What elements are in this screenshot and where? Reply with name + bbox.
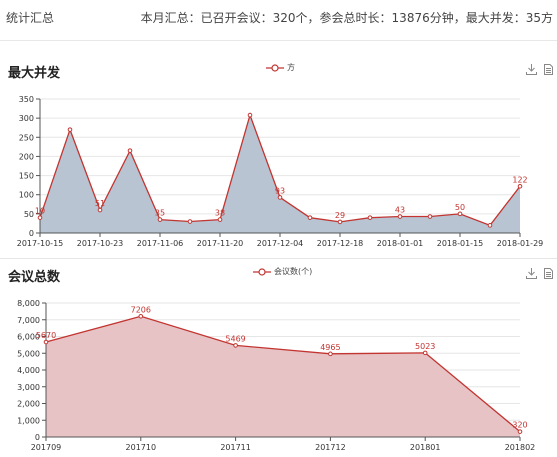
data-label: 7206: [131, 305, 151, 314]
chart1-plot: 0 50 100 150 200 250 300 350 2017-10-15 2017-10-2…: [17, 95, 544, 248]
x-tick-label: 201801: [410, 443, 441, 452]
y-tick-label: 1,000: [17, 416, 40, 425]
data-point: [422, 350, 428, 356]
y-tick-label: 100: [19, 191, 34, 200]
data-point: [233, 343, 238, 348]
data-point: [487, 223, 493, 228]
download-icon[interactable]: [526, 268, 537, 279]
data-label: 35: [155, 209, 165, 218]
data-point: [217, 217, 223, 222]
data-label: 5023: [415, 342, 435, 351]
legend-marker-icon: [253, 267, 271, 276]
data-label: 50: [455, 203, 465, 212]
chart2-title: 会议总数: [8, 270, 61, 285]
y-tick-label: 8,000: [17, 299, 40, 308]
data-point: [367, 215, 373, 220]
x-tick-label: 201802: [505, 443, 536, 452]
y-tick-label: 3,000: [17, 383, 40, 392]
data-point: [157, 217, 163, 222]
section-divider: [0, 258, 557, 259]
data-point: [517, 429, 523, 434]
data-point: [517, 183, 523, 189]
series-area: [46, 316, 520, 437]
x-tick-label: 201709: [31, 443, 62, 452]
chart2-toolbox: [526, 268, 553, 279]
chart1-title: 最大并发: [8, 66, 61, 81]
data-label: 320: [512, 421, 527, 430]
x-tick-label: 2018-01-15: [437, 239, 484, 248]
data-label: 51: [95, 199, 105, 208]
y-tick-label: 0: [35, 433, 40, 442]
section-label: 统计汇总: [6, 11, 55, 25]
x-tick-label: 201712: [315, 443, 346, 452]
x-tick-label: 2018-01-01: [377, 239, 424, 248]
data-view-icon[interactable]: [544, 268, 553, 279]
data-label: 5670: [36, 331, 56, 340]
chart2-legend[interactable]: 会议数(个): [253, 266, 312, 277]
x-tick-label: 2017-12-18: [317, 239, 364, 248]
y-tick-label: 4,000: [17, 366, 40, 375]
y-tick-label: 2,000: [17, 400, 40, 409]
data-label: 10: [35, 207, 45, 216]
download-icon[interactable]: [526, 64, 537, 75]
data-point: [97, 207, 103, 213]
y-tick-label: 7,000: [17, 316, 40, 325]
data-label: 122: [512, 175, 527, 184]
x-tick-label: 2017-10-15: [17, 239, 64, 248]
data-point: [397, 214, 403, 219]
data-point: [67, 127, 73, 132]
data-point: [328, 351, 333, 357]
y-tick-label: 5,000: [17, 349, 40, 358]
data-point: [37, 215, 43, 220]
chart1-legend-label: 方: [287, 63, 295, 72]
chart2-legend-label: 会议数(个): [274, 267, 313, 276]
y-tick-label: 350: [19, 95, 34, 104]
y-tick-label: 150: [19, 172, 34, 181]
data-label: 29: [335, 211, 345, 220]
monthly-summary: 本月汇总：已召开会议：320个，参会总时长：13876分钟，最大并发：35方: [140, 11, 553, 25]
data-label: 4965: [320, 343, 340, 352]
x-tick-label: 2017-11-06: [137, 239, 184, 248]
data-label: 5469: [225, 334, 245, 343]
x-tick-label: 201710: [126, 443, 157, 452]
data-label: 38: [215, 209, 225, 218]
data-point: [457, 211, 463, 217]
data-point: [138, 313, 144, 319]
data-view-icon[interactable]: [544, 64, 553, 75]
x-tick-label: 2017-10-23: [77, 239, 124, 248]
legend-marker-icon: [266, 63, 284, 72]
data-point: [187, 219, 193, 224]
x-tick-label: 2018-01-29: [497, 239, 544, 248]
y-tick-label: 250: [19, 133, 34, 142]
y-tick-label: 0: [29, 229, 34, 238]
x-tick-label: 2017-12-04: [257, 239, 304, 248]
data-point: [337, 219, 343, 225]
data-label: 93: [275, 186, 285, 195]
data-point: [307, 215, 313, 220]
y-tick-label: 300: [19, 114, 34, 123]
data-point: [427, 214, 433, 219]
y-tick-label: 50: [24, 210, 34, 219]
data-point: [277, 195, 283, 200]
x-tick-label: 201711: [220, 443, 251, 452]
x-tick-label: 2017-11-20: [197, 239, 244, 248]
data-point: [127, 148, 133, 153]
summary-header: 统计汇总 本月汇总：已召开会议：320个，参会总时长：13876分钟，最大并发：…: [0, 0, 557, 41]
chart1-legend[interactable]: 方: [266, 62, 295, 73]
data-label: 43: [395, 206, 405, 215]
y-tick-label: 200: [19, 152, 34, 161]
data-point: [43, 339, 49, 345]
chart1-toolbox: [526, 64, 553, 75]
data-point: [247, 112, 253, 118]
chart2-plot: 01,0002,0003,0004,0005,0006,0007,0008,00…: [17, 299, 536, 452]
